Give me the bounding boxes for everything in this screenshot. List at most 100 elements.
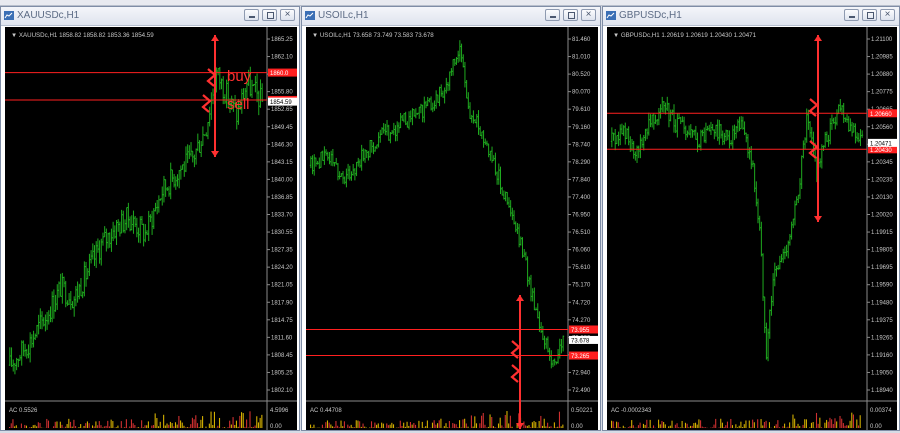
ac-bar [735, 424, 737, 428]
maximize-button[interactable] [563, 9, 578, 21]
ac-bar [337, 425, 339, 428]
price-tick-label: 1833.70 [271, 213, 293, 219]
close-button[interactable]: × [581, 9, 596, 21]
price-tick-label: 79.610 [572, 107, 591, 113]
window-titlebar[interactable]: GBPUSDc,H1 × [603, 7, 899, 26]
ac-bar [622, 425, 624, 428]
ac-bar [462, 419, 464, 428]
ac-bar [531, 422, 533, 428]
ac-bar [15, 425, 17, 428]
ac-bar [482, 412, 484, 428]
maximize-button[interactable] [862, 9, 877, 21]
chart-window-usoil[interactable]: USOILc,H1 × ▼ USOILc,H1 73.658 73.749 73… [301, 6, 601, 431]
ac-bar [372, 427, 374, 428]
ac-bar [340, 420, 342, 428]
ac-bar [653, 425, 655, 428]
close-button[interactable]: × [880, 9, 895, 21]
ac-bar [326, 420, 329, 428]
price-tick-label: 76.950 [572, 213, 591, 219]
ac-bar [663, 422, 665, 428]
ac-bar [851, 412, 853, 428]
maximize-button[interactable] [262, 9, 277, 21]
ac-bar [805, 419, 807, 428]
ac-bar [611, 420, 613, 428]
ac-bar [705, 427, 707, 428]
ac-bar [683, 427, 685, 428]
ac-bar [560, 426, 562, 428]
window-titlebar[interactable]: USOILc,H1 × [302, 7, 600, 26]
ac-bar [763, 422, 765, 428]
ac-bar [745, 420, 747, 428]
price-level-label: 73.265 [571, 354, 590, 360]
ac-bar [198, 427, 200, 428]
ac-bar [360, 426, 362, 428]
ac-bar [676, 423, 678, 428]
ac-bar [504, 414, 506, 428]
indicator-tick-label: 0.50221 [571, 408, 593, 414]
close-button[interactable]: × [280, 9, 295, 21]
ac-bar [392, 424, 395, 428]
price-chart[interactable]: ▼ GBPUSDc,H1 1.20619 1.20619 1.20430 1.2… [607, 27, 897, 430]
price-tick-label: 1836.85 [271, 195, 293, 201]
ac-bar [310, 424, 312, 428]
price-tick-label: 1.19480 [871, 300, 893, 306]
ac-bar [227, 427, 229, 428]
ac-bar [252, 426, 254, 428]
ac-bar [78, 427, 80, 428]
ac-bar [93, 426, 95, 428]
ac-bar [24, 424, 26, 428]
ac-bar [168, 424, 170, 428]
chart-window-xauusd[interactable]: XAUUSDc,H1 × ▼ XAUUSDc,H1 1858.82 1858.8… [0, 6, 300, 431]
ac-bar [14, 426, 16, 428]
price-tick-label: 1802.10 [271, 388, 293, 394]
ac-bar [703, 427, 705, 428]
ac-bar [230, 424, 232, 428]
ac-bar [497, 423, 500, 428]
price-tick-label: 1865.25 [271, 37, 293, 43]
ac-bar [437, 423, 439, 428]
ac-bar [852, 414, 854, 428]
plot-background [5, 27, 297, 430]
ac-bar [752, 419, 754, 428]
ac-bar [448, 420, 450, 428]
ac-bar [726, 421, 728, 428]
price-tick-label: 1.19915 [871, 230, 893, 236]
ac-bar [83, 425, 85, 428]
current-price-label: 1.20471 [870, 141, 892, 147]
ac-bar [715, 418, 717, 428]
price-tick-label: 1811.60 [271, 335, 293, 341]
ac-bar [166, 423, 168, 428]
ac-bar [158, 426, 160, 428]
ac-bar [398, 427, 400, 428]
chart-window-gbpusd[interactable]: GBPUSDc,H1 × ▼ GBPUSDc,H1 1.20619 1.2061… [602, 6, 900, 431]
ac-bar [499, 417, 501, 428]
ac-bar [352, 427, 354, 428]
ac-bar [234, 424, 236, 428]
price-tick-label: 1.20775 [871, 90, 893, 96]
price-tick-label: 1.20235 [871, 177, 893, 183]
ac-bar [723, 427, 725, 428]
price-chart[interactable]: ▼ XAUUSDc,H1 1858.82 1858.82 1853.36 185… [5, 27, 297, 430]
minimize-button[interactable] [545, 9, 560, 21]
ac-bar [86, 421, 88, 428]
ac-bar [311, 427, 313, 428]
ac-bar [425, 426, 427, 428]
ac-bar [846, 425, 848, 428]
price-chart[interactable]: ▼ USOILc,H1 73.658 73.749 73.583 73.678 8… [306, 27, 598, 430]
ac-bar [328, 422, 330, 428]
ac-bar [857, 425, 860, 428]
ac-bar [69, 421, 72, 428]
price-tick-label: 1.19590 [871, 283, 893, 289]
ac-bar [208, 423, 210, 428]
ac-bar [163, 414, 165, 428]
annotation-sell: sell [227, 96, 250, 113]
ac-bar [399, 420, 401, 428]
ac-bar [377, 423, 379, 428]
window-titlebar[interactable]: XAUUSDc,H1 × [1, 7, 299, 26]
minimize-button[interactable] [244, 9, 259, 21]
price-tick-label: 1840.00 [271, 177, 293, 183]
ac-bar [470, 415, 472, 428]
minimize-button[interactable] [844, 9, 859, 21]
ac-bar [540, 415, 542, 428]
current-price-label: 73.678 [571, 338, 590, 344]
